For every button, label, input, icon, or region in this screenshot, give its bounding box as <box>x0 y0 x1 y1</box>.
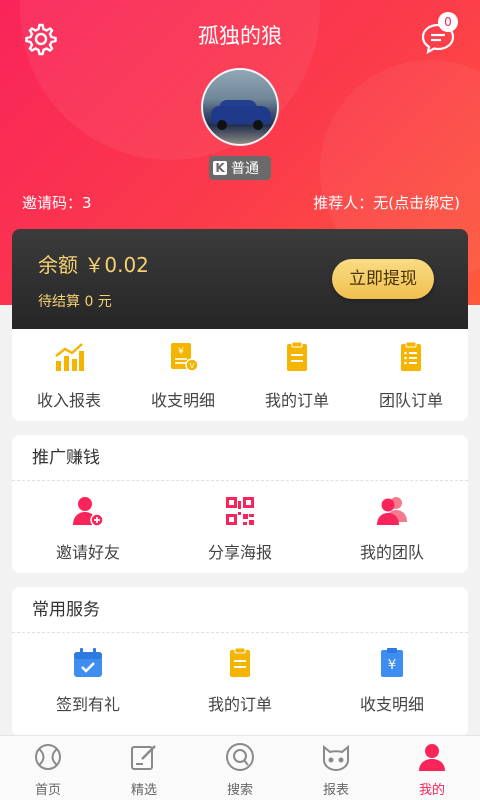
services-section: 常用服务 签到有礼 我的订单 ¥ 收支明细 <box>12 587 468 737</box>
promo-invite-friends[interactable]: 邀请好友 <box>12 495 164 563</box>
quick-label: 收支明细 <box>150 391 215 410</box>
pending-settlement: 待结算 0 元 <box>38 294 112 310</box>
quick-label: 团队订单 <box>378 391 443 410</box>
svg-text:¥: ¥ <box>388 658 396 673</box>
service-label: 我的订单 <box>207 695 272 714</box>
quick-ledger[interactable]: ¥ V 收支明细 <box>126 329 240 421</box>
tab-label: 首页 <box>34 783 61 798</box>
balance-card: 余额 ￥0.02 待结算 0 元 立即提现 <box>12 229 468 329</box>
service-check-in[interactable]: 签到有礼 <box>12 647 164 715</box>
team-order-icon <box>401 341 421 371</box>
page-title: 孤独的狼 <box>198 24 282 48</box>
user-icon <box>419 744 445 771</box>
message-count-badge: 0 <box>438 12 458 32</box>
service-label: 签到有礼 <box>55 695 120 714</box>
balance-amount: 余额 ￥0.02 <box>38 253 149 277</box>
order-icon <box>230 647 250 677</box>
qr-code-icon <box>226 497 254 525</box>
level-label: 普通 <box>231 161 259 177</box>
quick-income-report[interactable]: 收入报表 <box>12 329 126 421</box>
order-icon <box>287 341 307 371</box>
promo-share-poster[interactable]: 分享海报 <box>164 495 316 563</box>
promo-label: 我的团队 <box>359 543 424 562</box>
service-ledger[interactable]: ¥ 收支明细 <box>316 647 468 715</box>
bottom-tab-bar: 首页 精选 搜索 报表 我的 <box>0 735 480 800</box>
invite-code: 邀请码：3 <box>22 194 92 212</box>
quick-actions: 收入报表 ¥ V 收支明细 我的订单 团队订单 <box>12 329 468 421</box>
add-user-icon <box>73 497 104 527</box>
quick-team-orders[interactable]: 团队订单 <box>354 329 468 421</box>
promo-label: 分享海报 <box>207 543 272 562</box>
team-icon <box>377 497 407 525</box>
tab-label: 精选 <box>130 783 157 798</box>
quick-my-orders[interactable]: 我的订单 <box>240 329 354 421</box>
quick-label: 收入报表 <box>36 391 101 410</box>
withdraw-button[interactable]: 立即提现 <box>332 259 434 299</box>
tab-report[interactable]: 报表 <box>288 736 384 800</box>
section-title: 常用服务 <box>12 587 468 633</box>
edit-icon <box>131 745 156 770</box>
quick-label: 我的订单 <box>264 391 329 410</box>
chart-icon <box>55 343 84 371</box>
level-icon: K <box>213 161 227 175</box>
tab-label: 报表 <box>322 783 349 798</box>
service-my-orders[interactable]: 我的订单 <box>164 647 316 715</box>
ball-icon <box>35 744 61 770</box>
cat-icon <box>323 744 349 772</box>
tab-label: 我的 <box>418 783 445 798</box>
svg-text:V: V <box>190 362 195 370</box>
promo-my-team[interactable]: 我的团队 <box>316 495 468 563</box>
section-title: 推广赚钱 <box>12 435 468 481</box>
tab-mine[interactable]: 我的 <box>384 736 480 800</box>
tab-home[interactable]: 首页 <box>0 736 96 800</box>
calendar-check-icon <box>74 648 102 677</box>
tab-featured[interactable]: 精选 <box>96 736 192 800</box>
svg-text:¥: ¥ <box>178 347 184 357</box>
level-badge: K 普通 <box>209 156 271 180</box>
ledger-icon: ¥ V <box>171 343 199 372</box>
top-bar: 孤独的狼 0 <box>0 0 480 70</box>
referrer-link[interactable]: 推荐人：无(点击绑定) <box>313 192 460 213</box>
promo-label: 邀请好友 <box>55 543 120 562</box>
service-label: 收支明细 <box>359 695 424 714</box>
avatar[interactable] <box>201 68 279 146</box>
ledger-icon: ¥ <box>381 648 403 677</box>
tab-label: 搜索 <box>226 783 253 798</box>
promo-section: 推广赚钱 邀请好友 分享海报 我的团队 <box>12 435 468 573</box>
tab-search[interactable]: 搜索 <box>192 736 288 800</box>
search-icon <box>226 743 254 771</box>
